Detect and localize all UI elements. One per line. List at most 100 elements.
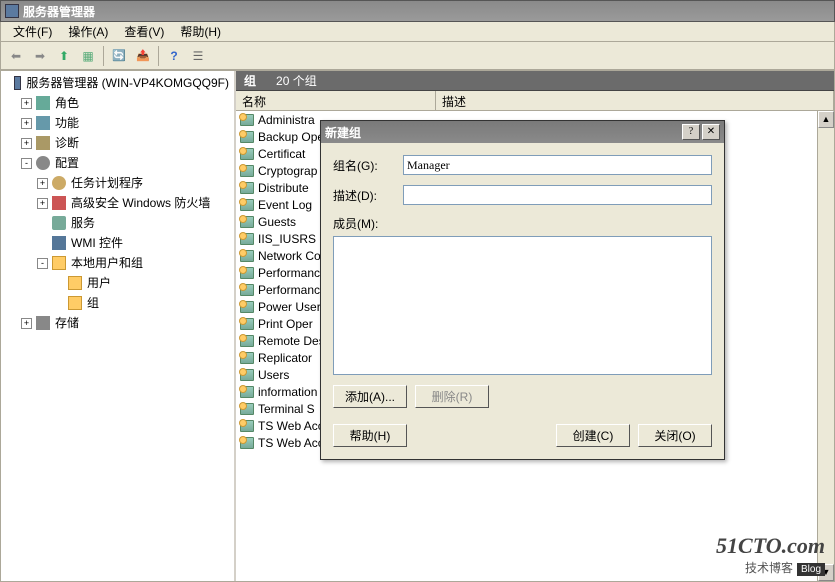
dialog-titlebar[interactable]: 新建组 ? ✕	[321, 121, 724, 143]
watermark-brand: 51CTO.com	[716, 533, 825, 559]
list-item-label: Event Log	[258, 198, 312, 212]
group-icon	[240, 199, 254, 211]
menu-help[interactable]: 帮助(H)	[172, 21, 229, 42]
nav-back-button[interactable]	[5, 45, 27, 67]
group-name-input[interactable]	[403, 155, 712, 175]
tree-root[interactable]: 服务器管理器 (WIN-VP4KOMGQQ9F)	[5, 73, 232, 93]
folder-icon	[68, 276, 82, 290]
tree-task-scheduler[interactable]: +任务计划程序	[37, 173, 232, 193]
expand-icon[interactable]: +	[21, 118, 32, 129]
group-icon	[240, 437, 254, 449]
menu-file[interactable]: 文件(F)	[5, 21, 60, 42]
list-item-label: Performanc	[258, 283, 320, 297]
list-item-label: Guests	[258, 215, 296, 229]
list-item-label: TS Web Acc	[258, 419, 324, 433]
expand-icon[interactable]: +	[21, 98, 32, 109]
description-input[interactable]	[403, 185, 712, 205]
refresh-button[interactable]	[108, 45, 130, 67]
dialog-body: 组名(G): 描述(D): 成员(M): 添加(A)... 删除(R) 帮助(H…	[321, 143, 724, 459]
wmi-icon	[52, 236, 66, 250]
window-title: 服务器管理器	[23, 3, 830, 20]
group-icon	[240, 420, 254, 432]
tree-groups[interactable]: 组	[53, 293, 232, 313]
list-item-label: Terminal S	[258, 402, 315, 416]
folder-icon	[68, 296, 82, 310]
list-item-label: Print Oper	[258, 317, 313, 331]
group-icon	[240, 114, 254, 126]
column-headers[interactable]: 名称 描述	[236, 91, 834, 111]
expand-icon[interactable]: +	[21, 318, 32, 329]
close-button[interactable]: 关闭(O)	[638, 424, 712, 447]
content-title: 组	[244, 72, 256, 89]
export-button[interactable]	[132, 45, 154, 67]
help-button[interactable]	[163, 45, 185, 67]
features-icon	[36, 116, 50, 130]
tree-features[interactable]: +功能	[21, 113, 232, 133]
help-button[interactable]: 帮助(H)	[333, 424, 407, 447]
menu-view[interactable]: 查看(V)	[116, 21, 172, 42]
group-icon	[240, 318, 254, 330]
navigation-tree[interactable]: 服务器管理器 (WIN-VP4KOMGQQ9F) +角色 +功能 +诊断 -配置…	[1, 71, 236, 581]
tree-local-users-groups[interactable]: -本地用户和组	[37, 253, 232, 273]
nav-forward-button[interactable]	[29, 45, 51, 67]
dialog-close-button[interactable]: ✕	[702, 124, 720, 140]
tree-services[interactable]: 服务	[37, 213, 232, 233]
group-icon	[240, 335, 254, 347]
toolbar-separator	[158, 46, 159, 66]
tree-configuration[interactable]: -配置	[21, 153, 232, 173]
group-icon	[240, 267, 254, 279]
group-icon	[240, 386, 254, 398]
collapse-icon[interactable]: -	[37, 258, 48, 269]
group-icon	[240, 403, 254, 415]
list-item-label: Network Co	[258, 249, 321, 263]
tree-wmi[interactable]: WMI 控件	[37, 233, 232, 253]
group-icon	[240, 250, 254, 262]
tree-storage[interactable]: +存储	[21, 313, 232, 333]
tree-diagnostics[interactable]: +诊断	[21, 133, 232, 153]
tree-roles[interactable]: +角色	[21, 93, 232, 113]
roles-icon	[36, 96, 50, 110]
view-grid-button[interactable]	[77, 45, 99, 67]
content-count: 20 个组	[276, 72, 317, 89]
remove-button[interactable]: 删除(R)	[415, 385, 489, 408]
add-button[interactable]: 添加(A)...	[333, 385, 407, 408]
app-icon	[5, 4, 19, 18]
col-desc[interactable]: 描述	[436, 91, 834, 110]
storage-icon	[36, 316, 50, 330]
toolbar	[0, 42, 835, 70]
properties-button[interactable]	[187, 45, 209, 67]
expand-icon[interactable]: +	[37, 178, 48, 189]
nav-up-button[interactable]	[53, 45, 75, 67]
tree-users[interactable]: 用户	[53, 273, 232, 293]
scheduler-icon	[52, 176, 66, 190]
list-item-label: Cryptograp	[258, 164, 317, 178]
list-item-label: Replicator	[258, 351, 312, 365]
menu-action[interactable]: 操作(A)	[60, 21, 116, 42]
group-icon	[240, 284, 254, 296]
col-name[interactable]: 名称	[236, 91, 436, 110]
menu-bar: 文件(F) 操作(A) 查看(V) 帮助(H)	[0, 22, 835, 42]
scroll-track[interactable]	[818, 128, 834, 564]
expand-icon[interactable]: +	[37, 198, 48, 209]
scrollbar[interactable]: ▲ ▼	[817, 111, 834, 581]
group-icon	[240, 165, 254, 177]
group-icon	[240, 233, 254, 245]
list-item-label: TS Web Acc	[258, 436, 324, 450]
group-icon	[240, 301, 254, 313]
tree-firewall[interactable]: +高级安全 Windows 防火墙	[37, 193, 232, 213]
members-label: 成员(M):	[333, 215, 712, 232]
expand-icon[interactable]: +	[21, 138, 32, 149]
members-listbox[interactable]	[333, 236, 712, 375]
toolbar-separator	[103, 46, 104, 66]
collapse-icon[interactable]: -	[21, 158, 32, 169]
group-icon	[240, 216, 254, 228]
list-item-label: Administra	[258, 113, 315, 127]
create-button[interactable]: 创建(C)	[556, 424, 630, 447]
server-icon	[14, 76, 21, 90]
list-item-label: Backup Ope	[258, 130, 324, 144]
scroll-up-icon[interactable]: ▲	[818, 111, 834, 128]
dialog-help-button[interactable]: ?	[682, 124, 700, 140]
window-titlebar: 服务器管理器	[0, 0, 835, 22]
new-group-dialog: 新建组 ? ✕ 组名(G): 描述(D): 成员(M): 添加(A)... 删除…	[320, 120, 725, 460]
list-item-label: information	[258, 385, 317, 399]
